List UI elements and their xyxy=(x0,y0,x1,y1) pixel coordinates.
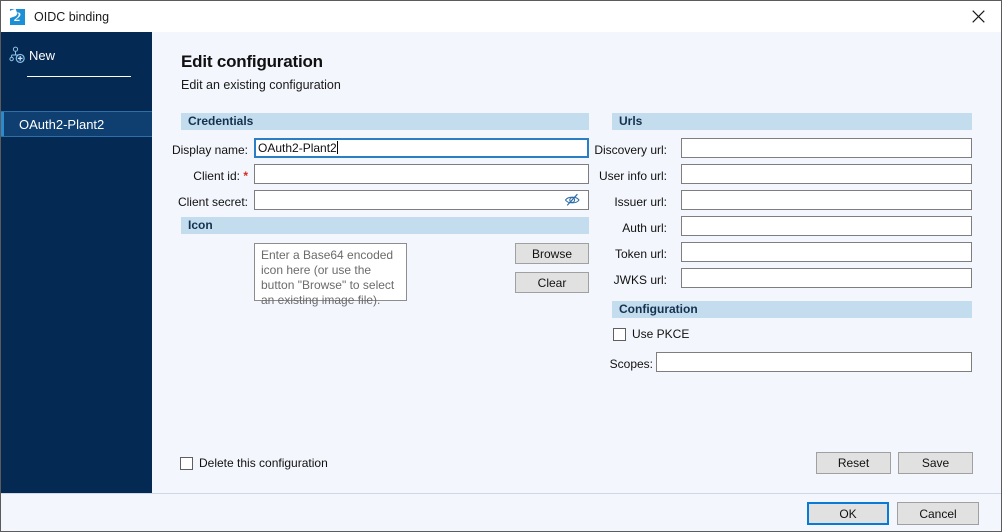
jwks-url-label: JWKS url: xyxy=(592,273,667,287)
cancel-button[interactable]: Cancel xyxy=(897,502,979,525)
new-node-icon xyxy=(9,46,27,64)
content-pane: Edit configuration Edit an existing conf… xyxy=(152,32,1001,493)
token-url-label: Token url: xyxy=(592,247,667,261)
sidebar-divider xyxy=(27,76,131,77)
token-url-input[interactable] xyxy=(681,242,972,262)
client-secret-input[interactable] xyxy=(254,190,589,210)
dialog-footer: OK Cancel xyxy=(1,493,1001,532)
client-id-label: Client id: * xyxy=(152,169,248,183)
section-header-configuration: Configuration xyxy=(612,301,972,318)
scopes-label: Scopes: xyxy=(592,357,653,371)
delete-configuration-checkbox[interactable]: Delete this configuration xyxy=(180,456,328,470)
display-name-input[interactable]: OAuth2-Plant2 xyxy=(254,138,589,158)
delete-configuration-label: Delete this configuration xyxy=(199,456,328,470)
sidebar-new-button[interactable]: New xyxy=(1,43,152,67)
jwks-url-input[interactable] xyxy=(681,268,972,288)
close-icon[interactable] xyxy=(955,1,1001,32)
client-secret-label: Client secret: xyxy=(152,195,248,209)
selection-accent-bar xyxy=(1,112,4,136)
discovery-url-input[interactable] xyxy=(681,138,972,158)
auth-url-input[interactable] xyxy=(681,216,972,236)
clear-button[interactable]: Clear xyxy=(515,272,589,293)
page-title: Edit configuration xyxy=(181,52,323,72)
scopes-input[interactable] xyxy=(656,352,972,372)
discovery-url-label: Discovery url: xyxy=(592,143,667,157)
ok-button[interactable]: OK xyxy=(807,502,889,525)
title-bar: 2 OIDC binding xyxy=(1,1,1001,32)
browse-button[interactable]: Browse xyxy=(515,243,589,264)
oidc-app-icon: 2 xyxy=(8,8,26,26)
issuer-url-label: Issuer url: xyxy=(592,195,667,209)
reset-button[interactable]: Reset xyxy=(816,452,891,474)
user-info-url-label: User info url: xyxy=(592,169,667,183)
use-pkce-checkbox[interactable]: Use PKCE xyxy=(613,327,689,341)
save-button[interactable]: Save xyxy=(898,452,973,474)
use-pkce-checkbox-box xyxy=(613,328,626,341)
client-id-input[interactable] xyxy=(254,164,589,184)
sidebar: New OAuth2-Plant2 xyxy=(1,32,152,493)
user-info-url-input[interactable] xyxy=(681,164,972,184)
eye-slash-icon[interactable] xyxy=(564,192,582,208)
section-header-credentials: Credentials xyxy=(181,113,589,130)
sidebar-item-oauth2-plant2[interactable]: OAuth2-Plant2 xyxy=(1,111,152,137)
sidebar-item-label: OAuth2-Plant2 xyxy=(19,117,104,132)
section-header-urls: Urls xyxy=(612,113,972,130)
icon-base64-textarea[interactable]: Enter a Base64 encoded icon here (or use… xyxy=(254,243,407,301)
delete-configuration-checkbox-box xyxy=(180,457,193,470)
required-marker: * xyxy=(243,169,248,183)
display-name-label: Display name: xyxy=(152,143,248,157)
window-title: OIDC binding xyxy=(34,10,109,24)
section-header-icon: Icon xyxy=(181,217,589,234)
issuer-url-input[interactable] xyxy=(681,190,972,210)
auth-url-label: Auth url: xyxy=(592,221,667,235)
oidc-binding-window: 2 OIDC binding xyxy=(0,0,1002,532)
sidebar-new-label: New xyxy=(29,48,55,63)
use-pkce-label: Use PKCE xyxy=(632,327,689,341)
page-subtitle: Edit an existing configuration xyxy=(181,78,341,92)
